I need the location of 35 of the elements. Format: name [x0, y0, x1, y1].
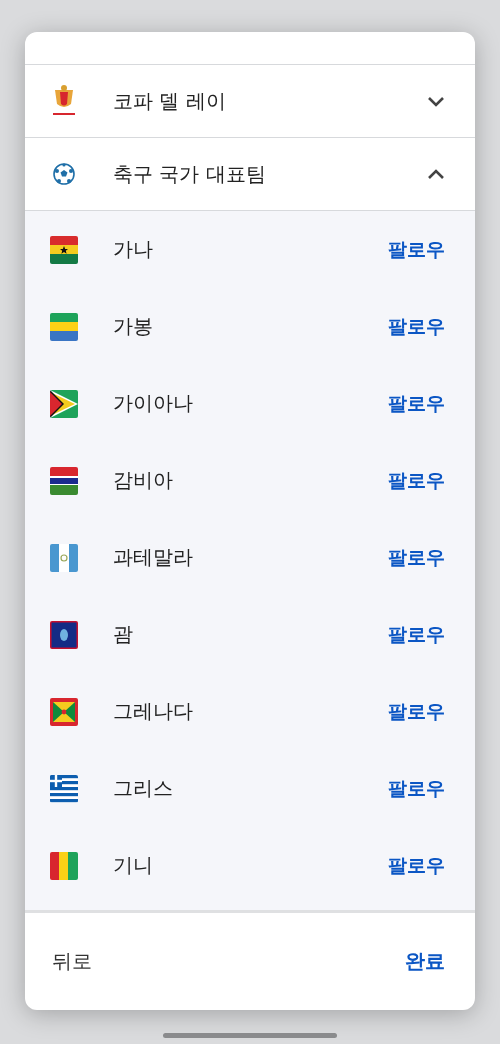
follow-button[interactable]: 팔로우	[388, 232, 445, 267]
flag-icon	[50, 466, 78, 495]
flag-icon	[50, 235, 78, 264]
flag-icon	[50, 620, 78, 649]
follow-button[interactable]: 팔로우	[388, 386, 445, 421]
team-name: 가봉	[113, 313, 154, 340]
team-name: 감비아	[113, 467, 174, 494]
flag-icon	[50, 851, 78, 880]
follow-button[interactable]: 팔로우	[388, 617, 445, 652]
flag-icon	[50, 697, 78, 726]
team-name: 기니	[113, 852, 154, 879]
follow-button[interactable]: 팔로우	[388, 694, 445, 729]
chevron-up-icon[interactable]	[427, 168, 445, 180]
team-name: 과테말라	[113, 544, 194, 571]
follow-button[interactable]: 팔로우	[388, 463, 445, 498]
follow-button[interactable]: 팔로우	[388, 848, 445, 883]
team-name: 가이아나	[113, 390, 194, 417]
team-name: 그레나다	[113, 698, 194, 725]
flag-icon	[50, 543, 78, 572]
team-name: 괌	[113, 621, 134, 648]
done-button[interactable]: 완료	[405, 944, 445, 979]
soccer-ball-icon	[53, 163, 75, 185]
category-row[interactable]: 코파 델 레이	[25, 65, 475, 138]
category-title: 코파 델 레이	[113, 87, 227, 115]
flag-icon	[50, 312, 78, 341]
flag-icon	[50, 389, 78, 418]
team-name: 가나	[113, 236, 154, 263]
category-title: 축구 국가 대표팀	[113, 160, 267, 188]
follow-button[interactable]: 팔로우	[388, 540, 445, 575]
team-name: 그리스	[113, 775, 174, 802]
follow-button[interactable]: 팔로우	[388, 309, 445, 344]
follow-button[interactable]: 팔로우	[388, 771, 445, 806]
chevron-down-icon[interactable]	[427, 95, 445, 107]
flag-icon	[50, 774, 78, 803]
back-button[interactable]: 뒤로	[52, 944, 92, 979]
